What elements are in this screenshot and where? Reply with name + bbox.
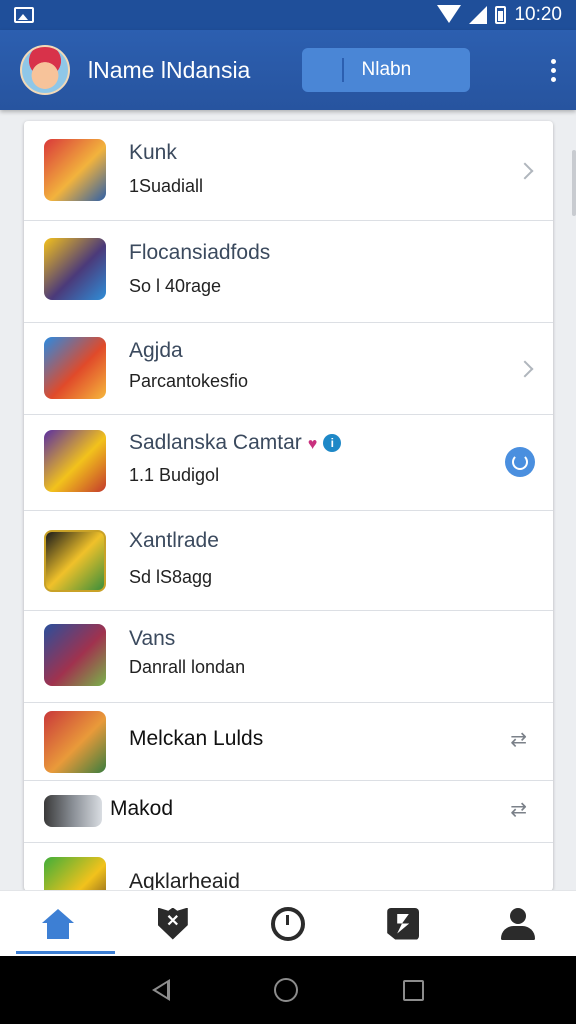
game-icon [44,337,106,399]
chevron-right-icon[interactable] [516,360,534,378]
game-icon [44,624,106,686]
shield-x-icon: ✕ [157,907,188,940]
list-item-title: Flocansiadfods [129,241,271,264]
game-icon [44,530,106,592]
clock-icon [271,906,305,941]
list-item-title: Kunk [129,141,177,164]
game-icon [44,238,106,300]
list-item-title: Aqklarheaid [129,870,240,891]
list-item-subtitle: 1Suadiall [129,176,204,196]
home-button-icon[interactable] [274,978,299,1002]
swap-arrows-icon[interactable]: ⇄ [510,797,527,822]
status-time: 10:20 [514,4,562,25]
list-item[interactable]: Aqklarheaid [24,843,553,891]
game-icon [44,795,102,827]
notification-icon [14,7,34,23]
list-item-subtitle: So l 40rage [129,276,222,296]
page-title: lName lNdansia [88,56,251,83]
nav-home[interactable] [0,891,116,956]
list-item-subtitle: Danrall londan [129,657,246,677]
game-icon [44,139,106,201]
avatar[interactable] [20,45,70,95]
list-item-title: Sadlanska Camtar [129,431,302,454]
wifi-icon [437,5,462,23]
nav-bolt[interactable] [346,891,461,956]
chevron-right-icon[interactable] [516,162,534,180]
scrollbar[interactable] [572,150,576,216]
person-icon [501,907,536,940]
list-item[interactable]: Agjda Parcantokesfio [24,323,553,415]
list-item-subtitle: Parcantokesfio [129,371,249,391]
list-item-title: Agjda [129,339,183,362]
home-icon [41,908,74,939]
header-action-button[interactable]: Nlabn [302,48,471,92]
swap-arrows-icon[interactable]: ⇄ [510,727,527,752]
list-item[interactable]: Sadlanska Camtar ♥ i 1.1 Budigol [24,415,553,511]
bolt-icon [387,907,420,940]
list-item[interactable]: Kunk 1Suadiall [24,121,553,221]
list-item[interactable]: Xantlrade Sd lS8agg [24,511,553,611]
nav-clock[interactable] [230,891,345,956]
game-icon [44,711,106,773]
nav-shield[interactable]: ✕ [115,891,230,956]
info-icon[interactable]: i [323,434,342,452]
list-item-title: Vans [129,627,176,650]
game-icon [44,430,106,492]
list-item[interactable]: Melckan Lulds ⇄ [24,703,553,781]
list-item-title: Melckan Lulds [129,727,264,750]
list-item-subtitle: 1.1 Budigol [129,465,220,485]
back-icon[interactable] [152,979,171,1001]
game-list: Kunk 1Suadiall Flocansiadfods So l 40rag… [24,121,553,891]
recents-icon[interactable] [402,979,424,1001]
system-navigation-bar [0,956,576,1024]
list-item[interactable]: Flocansiadfods So l 40rage [24,221,553,323]
overflow-menu-icon[interactable] [550,58,556,82]
nav-profile[interactable] [461,891,576,956]
list-item-title: Xantlrade [129,529,219,552]
heart-icon: ♥ [307,436,318,453]
list-item[interactable]: Vans Danrall londan [24,611,553,703]
list-item-title-wrap: Sadlanska Camtar ♥ i [129,431,342,455]
status-bar: 10:20 [0,0,576,30]
status-indicators: 10:20 [437,4,562,26]
signal-icon [469,6,488,24]
header-action-label: Nlabn [361,59,412,80]
battery-icon [495,6,507,24]
list-item-subtitle: Sd lS8agg [129,567,213,587]
game-icon [44,857,106,891]
list-item[interactable]: Makod ⇄ [24,781,553,843]
status-indicator-icon[interactable] [505,447,535,477]
app-bar: lName lNdansia Nlabn [0,30,576,110]
button-divider [342,58,345,82]
bottom-navigation: ✕ [0,890,576,956]
list-item-title: Makod [110,797,174,820]
